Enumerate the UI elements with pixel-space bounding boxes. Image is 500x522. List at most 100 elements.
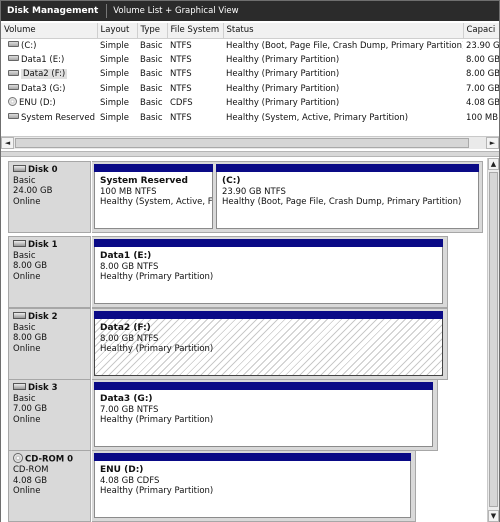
table-row[interactable]: (C:) Simple Basic NTFS Healthy (Boot, Pa… [1, 38, 499, 53]
table-row[interactable]: Data3 (G:) Simple Basic NTFS Healthy (Pr… [1, 82, 499, 97]
disk-state: Online [13, 414, 41, 425]
partition-data2-selected[interactable]: Data2 (F:) 8.00 GB NTFS Healthy (Primary… [94, 311, 443, 376]
scroll-down-icon[interactable]: ▼ [488, 510, 499, 522]
partition-area: Data2 (F:) 8.00 GB NTFS Healthy (Primary… [92, 308, 448, 380]
cd-drive-icon [8, 97, 17, 107]
volume-cell: (C:) [1, 38, 97, 53]
title-bar: Disk Management Volume List + Graphical … [1, 1, 499, 21]
partition-data1[interactable]: Data1 (E:) 8.00 GB NTFS Healthy (Primary… [94, 239, 443, 304]
horizontal-scroll-thumb[interactable] [15, 138, 469, 148]
hard-drive-icon [13, 240, 26, 247]
vertical-scrollbar[interactable]: ▲ ▼ [487, 158, 499, 522]
disk-info[interactable]: Disk 0 Basic 24.00 GB Online [8, 161, 91, 233]
scroll-left-icon[interactable]: ◄ [1, 137, 14, 149]
cd-drive-icon [13, 453, 23, 463]
file-system-cell: NTFS [170, 69, 192, 80]
partition-body: ENU (D:) 4.08 GB CDFS Healthy (Primary P… [94, 461, 411, 518]
partition-body: Data1 (E:) 8.00 GB NTFS Healthy (Primary… [94, 247, 443, 304]
status-cell: Healthy (Primary Partition) [226, 98, 340, 109]
table-row[interactable]: ENU (D:) Simple Basic CDFS Healthy (Prim… [1, 96, 499, 111]
capacity-cell: 23.90 G [466, 40, 499, 51]
column-header-status[interactable]: Status [223, 23, 464, 39]
disk-state: Online [13, 343, 41, 354]
partition-area: System Reserved 100 MB NTFS Healthy (Sys… [92, 161, 483, 233]
hard-drive-icon [8, 84, 19, 91]
horizontal-scrollbar[interactable]: ◄ ► [1, 136, 499, 149]
disk-info[interactable]: Disk 1 Basic 8.00 GB Online [8, 236, 91, 308]
partition-bar [94, 239, 443, 247]
partition-name: (C:) [222, 176, 241, 186]
capacity-cell: 4.08 GB [466, 98, 499, 109]
partition-bar [94, 453, 411, 461]
status-cell: Healthy (Primary Partition) [226, 69, 340, 80]
disk-name: Disk 2 [28, 312, 58, 322]
type-cell: Basic [140, 54, 163, 65]
hard-drive-icon [13, 312, 26, 319]
volume-cell: Data3 (G:) [1, 82, 97, 97]
partition-c[interactable]: (C:) 23.90 GB NTFS Healthy (Boot, Page F… [216, 164, 479, 229]
disk-info[interactable]: CD-ROM 0 CD-ROM 4.08 GB Online [8, 450, 91, 522]
disk-size: 8.00 GB [13, 333, 48, 343]
hard-drive-icon [13, 165, 26, 172]
layout-cell: Simple [100, 54, 130, 65]
view-mode-label[interactable]: Volume List + Graphical View [113, 6, 238, 16]
column-header-volume[interactable]: Volume [1, 23, 98, 39]
hard-drive-icon [8, 113, 19, 120]
scroll-right-icon[interactable]: ► [486, 137, 499, 149]
table-row[interactable]: Data1 (E:) Simple Basic NTFS Healthy (Pr… [1, 53, 499, 68]
hard-drive-icon [13, 383, 26, 390]
column-header-capacity[interactable]: Capaci [463, 23, 499, 39]
disk-info[interactable]: Disk 2 Basic 8.00 GB Online [8, 308, 91, 380]
disk-kind: Basic [13, 250, 36, 261]
volume-list: Volume Layout Type File System Status Ca… [1, 23, 499, 151]
partition-status: Healthy (System, Active, F [100, 197, 213, 207]
column-header-layout[interactable]: Layout [97, 23, 138, 39]
partition-enu[interactable]: ENU (D:) 4.08 GB CDFS Healthy (Primary P… [94, 453, 411, 518]
partition-area: Data3 (G:) 7.00 GB NTFS Healthy (Primary… [92, 379, 438, 451]
capacity-cell: 8.00 GB [466, 54, 499, 65]
column-header-file-system[interactable]: File System [167, 23, 224, 39]
file-system-cell: NTFS [170, 40, 192, 51]
column-header-type[interactable]: Type [137, 23, 168, 39]
hard-drive-icon [8, 41, 19, 47]
file-system-cell: NTFS [170, 112, 192, 123]
volume-name: Data2 (F:) [21, 69, 68, 80]
disk-info[interactable]: Disk 3 Basic 7.00 GB Online [8, 379, 91, 451]
disk-row-cd-rom-0: CD-ROM 0 CD-ROM 4.08 GB Online ENU (D:) … [8, 450, 416, 522]
disk-row-disk-3: Disk 3 Basic 7.00 GB Online Data3 (G:) 7… [8, 379, 438, 451]
layout-cell: Simple [100, 112, 130, 123]
status-cell: Healthy (Primary Partition) [226, 54, 340, 65]
partition-size: 100 MB NTFS [100, 186, 157, 197]
type-cell: Basic [140, 40, 163, 51]
disk-management-window: Disk Management Volume List + Graphical … [0, 0, 500, 522]
volume-cell: ENU (D:) [1, 96, 97, 111]
vertical-scroll-thumb[interactable] [489, 172, 498, 507]
layout-cell: Simple [100, 69, 130, 80]
partition-data3[interactable]: Data3 (G:) 7.00 GB NTFS Healthy (Primary… [94, 382, 433, 447]
partition-status: Healthy (Primary Partition) [100, 344, 214, 354]
partition-bar [94, 311, 443, 319]
status-cell: Healthy (Boot, Page File, Crash Dump, Pr… [226, 40, 463, 51]
partition-bar [94, 382, 433, 390]
partition-body: System Reserved 100 MB NTFS Healthy (Sys… [94, 172, 213, 229]
graphical-view: Disk 0 Basic 24.00 GB Online System Rese… [1, 158, 487, 522]
layout-cell: Simple [100, 40, 130, 51]
partition-status: Healthy (Boot, Page File, Crash Dump, Pr… [222, 197, 462, 207]
disk-kind: CD-ROM [13, 465, 49, 475]
table-row[interactable]: System Reserved Simple Basic NTFS Health… [1, 111, 499, 126]
volume-name: Data1 (E:) [21, 54, 65, 65]
disk-row-disk-0: Disk 0 Basic 24.00 GB Online System Rese… [8, 161, 483, 233]
partition-size: 8.00 GB NTFS [100, 261, 159, 272]
scroll-up-icon[interactable]: ▲ [488, 158, 499, 170]
file-system-cell: CDFS [170, 98, 193, 109]
volume-cell: Data2 (F:) [1, 67, 97, 82]
pane-splitter[interactable] [1, 151, 499, 157]
type-cell: Basic [140, 98, 163, 109]
volume-name: (C:) [21, 40, 37, 51]
disk-state: Online [13, 196, 41, 207]
table-row[interactable]: Data2 (F:) Simple Basic NTFS Healthy (Pr… [1, 67, 499, 82]
partition-size: 4.08 GB CDFS [100, 475, 160, 486]
volume-name: ENU (D:) [19, 98, 56, 109]
partition-system-reserved[interactable]: System Reserved 100 MB NTFS Healthy (Sys… [94, 164, 213, 229]
partition-bar [216, 164, 479, 172]
